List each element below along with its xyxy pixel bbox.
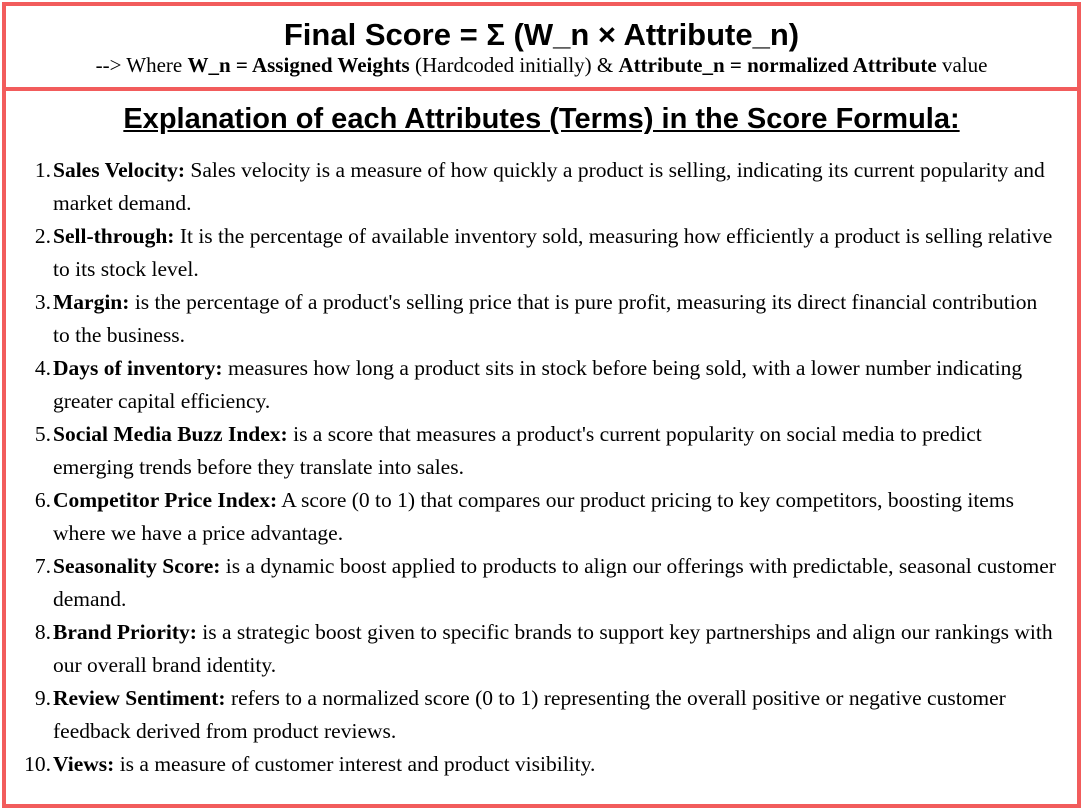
list-item: 2. Sell-through: It is the percentage of …: [6, 220, 1077, 286]
item-number: 9.: [34, 686, 51, 710]
term-name: Margin:: [53, 290, 130, 314]
formula-subtitle: --> Where W_n = Assigned Weights (Hardco…: [6, 52, 1077, 78]
item-number: 4.: [34, 356, 51, 380]
list-item: 3. Margin: is the percentage of a product…: [6, 286, 1077, 352]
formula-sub-prefix: --> Where: [95, 53, 188, 77]
item-number: 5.: [34, 422, 51, 446]
list-item: 7. Seasonality Score: is a dynamic boost …: [6, 550, 1077, 616]
term-description: is a strategic boost given to specific b…: [53, 620, 1053, 677]
term-name: Review Sentiment:: [53, 686, 226, 710]
term-name: Views:: [53, 752, 115, 776]
list-item: 8. Brand Priority: is a strategic boost g…: [6, 616, 1077, 682]
formula-title: Final Score = Σ (W_n × Attribute_n): [283, 17, 800, 52]
formula-weights-definition: W_n = Assigned Weights: [187, 53, 410, 77]
list-item: 1. Sales Velocity: Sales velocity is a me…: [6, 154, 1077, 220]
item-number: 7.: [34, 554, 51, 578]
list-item: 9. Review Sentiment: refers to a normaliz…: [6, 682, 1077, 748]
item-number: 3.: [34, 290, 51, 314]
formula-attribute-definition: Attribute_n = normalized Attribute: [618, 53, 937, 77]
term-description: is a measure of customer interest and pr…: [114, 752, 596, 776]
list-item: 10. Views: is a measure of customer inter…: [6, 748, 1077, 781]
explanation-heading: Explanation of each Attributes (Terms) i…: [123, 103, 960, 135]
item-number: 2.: [34, 224, 51, 248]
item-number: 8.: [34, 620, 51, 644]
formula-sub-middle: (Hardcoded initially) &: [409, 53, 619, 77]
term-name: Seasonality Score:: [53, 554, 221, 578]
term-name: Competitor Price Index:: [53, 488, 278, 512]
term-name: Days of inventory:: [53, 356, 223, 380]
item-number: 6.: [34, 488, 51, 512]
item-number: 10.: [24, 752, 51, 776]
term-list: 1. Sales Velocity: Sales velocity is a me…: [6, 154, 1077, 781]
formula-sub-suffix: value: [936, 53, 988, 77]
item-number: 1.: [34, 158, 51, 182]
term-description: It is the percentage of available invent…: [53, 224, 1053, 281]
list-item: 4. Days of inventory: measures how long a…: [6, 352, 1077, 418]
term-name: Sales Velocity:: [53, 158, 185, 182]
term-description: is the percentage of a product's selling…: [53, 290, 1038, 347]
explanation-box: Explanation of each Attributes (Terms) i…: [2, 87, 1081, 808]
term-name: Brand Priority:: [53, 620, 197, 644]
term-name: Sell-through:: [53, 224, 175, 248]
list-item: 6. Competitor Price Index: A score (0 to …: [6, 484, 1077, 550]
formula-box: Final Score = Σ (W_n × Attribute_n) --> …: [2, 2, 1081, 91]
term-description: Sales velocity is a measure of how quick…: [53, 158, 1045, 215]
term-name: Social Media Buzz Index:: [53, 422, 288, 446]
list-item: 5. Social Media Buzz Index: is a score th…: [6, 418, 1077, 484]
